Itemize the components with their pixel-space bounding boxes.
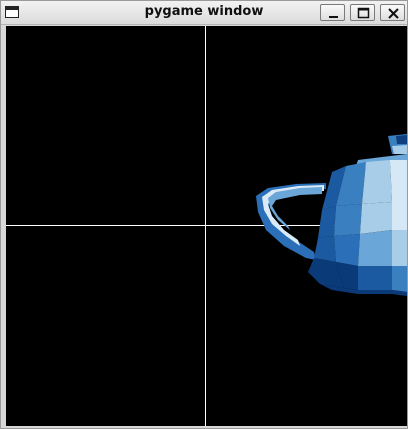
window-title: pygame window — [144, 4, 264, 19]
maximize-icon — [357, 7, 370, 19]
teapot-body-facet — [362, 160, 392, 204]
maximize-button[interactable] — [350, 4, 375, 21]
teapot-body-facet — [358, 230, 392, 266]
teapot-body-facet — [334, 234, 360, 266]
close-icon — [388, 8, 399, 19]
teapot-body-facet — [392, 202, 407, 230]
pygame-canvas[interactable] — [6, 26, 407, 426]
pygame-window: pygame window — [0, 0, 408, 429]
teapot-model — [256, 134, 407, 296]
teapot-body-facet — [392, 230, 407, 266]
teapot-body-facet — [392, 266, 407, 292]
render-surface — [6, 26, 407, 426]
teapot-body-facet — [358, 266, 392, 290]
minimize-icon — [329, 16, 338, 18]
teapot-lid-knob-light — [392, 145, 407, 154]
minimize-button[interactable] — [320, 4, 345, 21]
teapot-body-facet — [334, 204, 362, 236]
teapot-body-facet — [360, 202, 392, 234]
teapot-body-facet — [314, 236, 336, 262]
teapot-body-facet — [390, 160, 407, 202]
teapot-body-facet — [318, 206, 336, 238]
teapot-lid-knob-shade — [396, 135, 407, 144]
title-bar[interactable]: pygame window — [1, 1, 407, 25]
close-button[interactable] — [380, 4, 405, 21]
